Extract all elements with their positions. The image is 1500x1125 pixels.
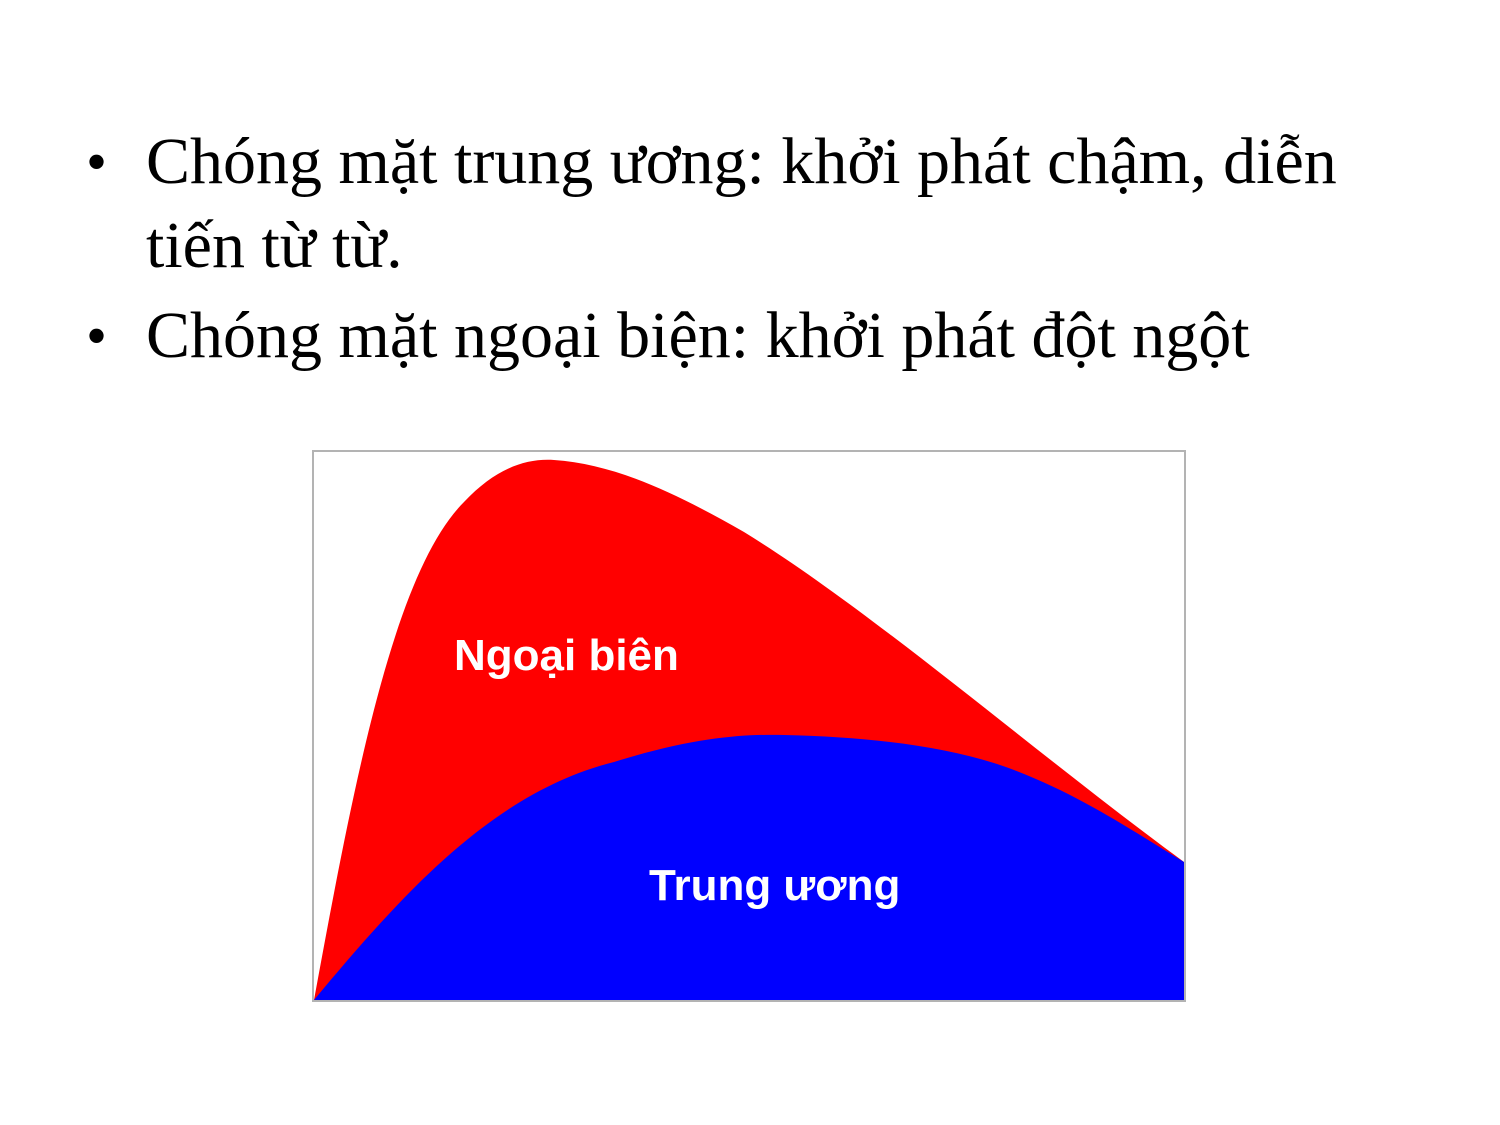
onset-figure: Ngoại biên Trung ương xyxy=(312,450,1186,1002)
bullet-item-peripheral: • Chóng mặt ngoại biện: khởi phát đột ng… xyxy=(78,294,1418,378)
central-label: Trung ương xyxy=(649,861,900,910)
bullet-text: Chóng mặt trung ương: khởi phát chậm, di… xyxy=(146,125,1337,282)
peripheral-label: Ngoại biên xyxy=(454,631,679,680)
bullet-list: • Chóng mặt trung ương: khởi phát chậm, … xyxy=(78,120,1418,384)
bullet-item-central: • Chóng mặt trung ương: khởi phát chậm, … xyxy=(78,120,1418,288)
bullet-text: Chóng mặt ngoại biện: khởi phát đột ngột xyxy=(146,299,1250,372)
bullet-marker: • xyxy=(86,303,108,369)
onset-curves-svg: Ngoại biên Trung ương xyxy=(314,459,1184,1000)
bullet-marker: • xyxy=(86,129,108,195)
